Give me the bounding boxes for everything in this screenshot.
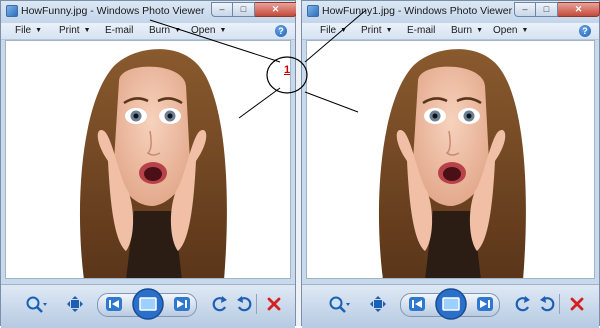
- woman-face-image: [79, 49, 227, 278]
- chevron-down-icon: ▼: [385, 27, 393, 34]
- menu-open[interactable]: Open ▼: [191, 25, 226, 36]
- menu-email[interactable]: E-mail: [105, 25, 133, 36]
- chevron-down-icon: ▼: [83, 27, 91, 34]
- divider: [559, 294, 560, 314]
- menu-file[interactable]: File ▼: [15, 25, 42, 36]
- menu-open-label: Open: [191, 25, 216, 36]
- actual-size-icon[interactable]: [67, 296, 83, 312]
- menu-email[interactable]: E-mail: [407, 25, 435, 36]
- minimize-button[interactable]: –: [211, 2, 233, 17]
- next-icon[interactable]: [173, 296, 191, 312]
- menu-email-label: E-mail: [105, 25, 134, 36]
- chevron-down-icon: ▼: [174, 27, 182, 34]
- previous-icon[interactable]: [408, 296, 426, 312]
- photo-viewer-app-icon: [6, 5, 18, 17]
- slideshow-icon[interactable]: [132, 288, 164, 320]
- minimize-button[interactable]: –: [514, 2, 536, 17]
- menu-file-label: File: [320, 25, 337, 36]
- delete-icon[interactable]: [570, 297, 584, 311]
- menu-print-label: Print: [361, 25, 382, 36]
- slideshow-icon[interactable]: [435, 288, 467, 320]
- photo-viewer-window-right: HowFunny1.jpg - Windows Photo Viewer – □…: [301, 0, 600, 328]
- delete-icon[interactable]: [267, 297, 281, 311]
- menu-open-label: Open: [493, 25, 518, 36]
- caption-buttons: – □ ✕: [514, 2, 600, 17]
- playback-control-bar: [1, 284, 295, 328]
- photo-surprised-woman: [363, 41, 537, 278]
- zoom-icon[interactable]: [25, 295, 47, 315]
- menu-burn-label: Burn: [451, 25, 473, 36]
- menu-file[interactable]: File ▼: [320, 25, 347, 36]
- image-viewport: [306, 40, 595, 279]
- woman-face-image: [378, 49, 526, 278]
- photo-surprised-woman: [64, 41, 238, 278]
- rotate-left-icon[interactable]: [515, 295, 531, 313]
- window-title: HowFunny1.jpg - Windows Photo Viewer: [322, 5, 513, 17]
- close-button[interactable]: ✕: [558, 2, 600, 17]
- photo-viewer-app-icon: [307, 5, 319, 17]
- menu-email-label: E-mail: [407, 25, 436, 36]
- next-icon[interactable]: [476, 296, 494, 312]
- menu-open[interactable]: Open ▼: [493, 25, 528, 36]
- chevron-down-icon: ▼: [35, 27, 43, 34]
- playback-control-bar: [302, 284, 599, 328]
- photo-viewer-window-left: HowFunny.jpg - Windows Photo Viewer – □ …: [0, 0, 297, 328]
- menu-print-label: Print: [59, 25, 80, 36]
- menu-burn-label: Burn: [149, 25, 171, 36]
- chevron-down-icon: ▼: [476, 27, 484, 34]
- help-icon[interactable]: ?: [275, 25, 287, 37]
- caption-buttons: – □ ✕: [211, 2, 297, 17]
- divider: [256, 294, 257, 314]
- actual-size-icon[interactable]: [370, 296, 386, 312]
- window-title: HowFunny.jpg - Windows Photo Viewer: [21, 5, 205, 17]
- menu-bar: File ▼ Print ▼ E-mail Burn ▼ Open ▼ ?: [302, 23, 599, 40]
- rotate-right-icon[interactable]: [539, 295, 555, 313]
- rotate-left-icon[interactable]: [212, 295, 228, 313]
- previous-icon[interactable]: [105, 296, 123, 312]
- rotate-right-icon[interactable]: [236, 295, 252, 313]
- menu-burn[interactable]: Burn ▼: [451, 25, 483, 36]
- chevron-down-icon: ▼: [219, 27, 227, 34]
- close-button[interactable]: ✕: [255, 2, 297, 17]
- menu-print[interactable]: Print ▼: [361, 25, 393, 36]
- image-viewport: [5, 40, 291, 279]
- maximize-button[interactable]: □: [536, 2, 558, 17]
- maximize-button[interactable]: □: [233, 2, 255, 17]
- menu-burn[interactable]: Burn ▼: [149, 25, 181, 36]
- help-icon[interactable]: ?: [579, 25, 591, 37]
- chevron-down-icon: ▼: [521, 27, 529, 34]
- chevron-down-icon: ▼: [340, 27, 348, 34]
- menu-bar: File ▼ Print ▼ E-mail Burn ▼ Open ▼ ?: [1, 23, 295, 40]
- menu-file-label: File: [15, 25, 32, 36]
- annotation-number: 1: [283, 64, 291, 76]
- menu-print[interactable]: Print ▼: [59, 25, 91, 36]
- zoom-icon[interactable]: [328, 295, 350, 315]
